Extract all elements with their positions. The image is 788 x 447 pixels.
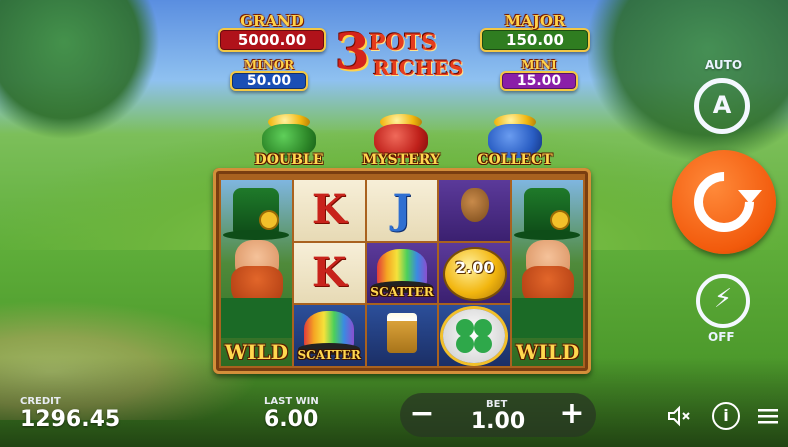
turbo-state-label: OFF: [708, 330, 735, 344]
jackpot-grand: GRAND 5000.00: [218, 14, 326, 52]
info-icon[interactable]: i: [712, 402, 740, 430]
speaker-muted-icon[interactable]: [664, 402, 692, 430]
clover-coin-icon: [443, 309, 506, 364]
symbol-scatter: SCATTER: [366, 242, 438, 304]
symbol-j: J: [366, 180, 438, 241]
scatter-label: SCATTER: [370, 285, 434, 300]
scatter-label: SCATTER: [297, 348, 361, 363]
hamburger-menu-icon[interactable]: [754, 402, 782, 430]
jackpot-grand-value: 5000.00: [218, 28, 326, 52]
jackpot-major-value: 150.00: [480, 28, 590, 52]
autoplay-button[interactable]: A: [694, 78, 750, 134]
lightning-icon: ⚡: [713, 284, 733, 314]
wild-label: WILD: [515, 340, 580, 364]
reel-3: J SCATTER: [366, 180, 438, 367]
background-trees-left: [0, 0, 160, 140]
symbol-coin: 2.00: [439, 242, 511, 304]
logo-number: 3: [335, 22, 370, 81]
bet-increase-button[interactable]: +: [552, 395, 592, 435]
reel-4: 2.00: [439, 180, 511, 367]
clover-leaf: [474, 335, 493, 354]
symbol-k: K: [293, 180, 365, 241]
symbol-j-letter: J: [392, 186, 412, 233]
beer-mug-icon: [386, 313, 417, 354]
hamburger-menu-icon-svg: [758, 409, 778, 424]
jackpot-minor-value: 50.00: [230, 71, 308, 91]
credit-label: CREDIT: [20, 396, 61, 407]
jackpot-mini-value: 15.00: [500, 71, 578, 91]
leprechaun-hat-brim: [514, 230, 581, 240]
jackpot-mini-label: MINI: [521, 58, 557, 72]
reel-2: K K SCATTER: [293, 180, 365, 367]
pot-label-double: DOUBLE: [254, 152, 324, 168]
clover-leaf: [456, 335, 475, 354]
symbol-beer-mug: [366, 305, 438, 367]
pot-label-collect: COLLECT: [477, 152, 553, 168]
autoplay-icon: A: [712, 91, 732, 119]
coin-value: 2.00: [455, 257, 495, 277]
reels-grid: WILD K K SCATTER J SCATTER 2.00 WILD: [221, 180, 583, 367]
jackpot-mini: MINI 15.00: [500, 58, 578, 91]
turbo-button[interactable]: ⚡: [696, 274, 750, 328]
pot-label-mystery: MYSTERY: [362, 152, 440, 168]
leprechaun-hat-brim: [223, 230, 289, 240]
reel-5-wild: WILD: [512, 180, 583, 366]
logo-line1: POTS: [369, 30, 437, 56]
last-win-value: 6.00: [264, 407, 319, 432]
leprechaun-coat: [512, 298, 583, 338]
bet-value: 1.00: [470, 409, 526, 434]
clover-icon: [552, 212, 569, 228]
symbol-money-bag: [439, 180, 511, 241]
credit-value: 1296.45: [20, 407, 121, 432]
autoplay-label: AUTO: [705, 58, 743, 72]
spin-button[interactable]: [672, 150, 776, 254]
money-bag-icon: [461, 188, 490, 222]
logo-line2: RICHES: [373, 56, 464, 80]
symbol-scatter: SCATTER: [293, 305, 365, 367]
reel-1-wild: WILD: [221, 180, 292, 366]
jackpot-minor-label: MINOR: [243, 58, 295, 72]
symbol-k-letter: K: [311, 186, 347, 233]
leprechaun-hat: [233, 188, 279, 234]
symbol-k: K: [293, 242, 365, 304]
leprechaun-hat: [524, 188, 571, 234]
clover-icon: [261, 212, 277, 228]
jackpot-grand-label: GRAND: [240, 12, 304, 30]
game-logo: 3 POTS RICHES: [333, 22, 473, 84]
jackpot-major-label: MAJOR: [504, 12, 566, 30]
spin-arrow-icon: [738, 190, 762, 204]
symbol-clover-coin: [439, 305, 511, 367]
wild-label: WILD: [224, 340, 289, 364]
jackpot-major: MAJOR 150.00: [480, 14, 590, 52]
bet-decrease-button[interactable]: −: [402, 395, 442, 435]
last-win-label: LAST WIN: [264, 396, 319, 407]
jackpot-minor: MINOR 50.00: [230, 58, 308, 91]
speaker-muted-icon-svg: [668, 405, 690, 427]
leprechaun-coat: [221, 298, 292, 338]
symbol-k-letter: K: [311, 248, 347, 296]
